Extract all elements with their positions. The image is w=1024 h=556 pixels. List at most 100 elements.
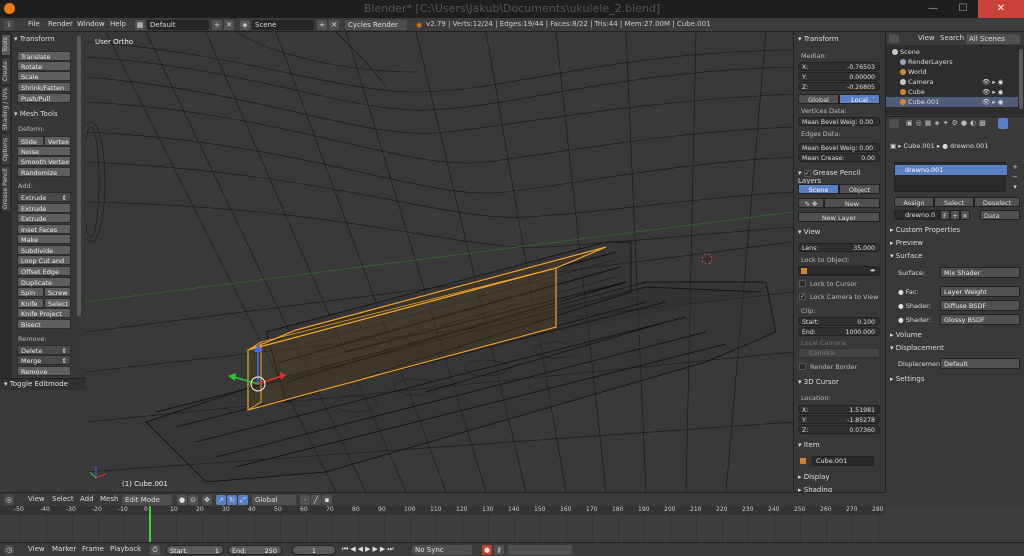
duplicate-button[interactable]: Duplicate <box>17 277 71 287</box>
playback-menu[interactable]: Playback <box>110 545 141 553</box>
remove-scene-button[interactable]: ✕ <box>329 20 339 30</box>
link-data-select[interactable]: Data <box>980 210 1020 220</box>
orientation-select[interactable]: Global <box>252 495 296 505</box>
settings-header[interactable]: ▸ Settings <box>890 375 924 383</box>
deselect-button[interactable]: Deselect <box>974 197 1020 207</box>
current-frame-field[interactable]: 1 <box>292 545 336 555</box>
transform-panel-header[interactable]: ▾ Transform <box>14 35 55 43</box>
spin-button[interactable]: Spin <box>17 287 44 297</box>
lock-to-cursor-checkbox[interactable] <box>799 280 806 287</box>
fake-user-button[interactable]: F <box>940 210 950 220</box>
loop-cut-slide-button[interactable]: Loop Cut and Slide <box>17 255 71 275</box>
outliner-filter-select[interactable]: All Scenes <box>966 34 1020 44</box>
scene-icon[interactable]: ◈ <box>240 20 250 30</box>
grease-pencil-checkbox[interactable]: ✓ <box>803 170 811 177</box>
grease-pencil-section-header[interactable]: ▾ ✓ Grease Pencil Layers <box>798 169 885 185</box>
transform-section-header[interactable]: ▾ Transform <box>798 35 839 43</box>
info-editor-icon[interactable]: i <box>4 20 14 30</box>
grease-object-tab[interactable]: Object <box>839 184 880 194</box>
volume-header[interactable]: ▸ Volume <box>890 331 922 339</box>
layout-icon[interactable]: ▦ <box>135 20 145 30</box>
make-edge-face-button[interactable]: Make Edge/Face <box>17 234 71 254</box>
manipulator-toggle-icon[interactable]: ✥ <box>202 495 212 505</box>
3d-view-editor-icon[interactable]: ◎ <box>4 495 14 505</box>
surface-header[interactable]: ▾ Surface <box>890 252 922 260</box>
slide-edge-button[interactable]: Slide Ed <box>17 136 44 156</box>
surface-shader-select[interactable]: Mix Shader <box>940 267 1020 278</box>
median-x-field[interactable]: X: -0.76503 <box>798 62 880 71</box>
render-engine-select[interactable]: Cycles Render <box>345 20 407 30</box>
material-tab-icon[interactable] <box>998 118 1008 129</box>
keying-set-field[interactable] <box>508 545 572 555</box>
cube-visibility-icons[interactable]: 👁 ▸ ◉ <box>982 87 1003 97</box>
outliner-row-world[interactable]: World <box>886 67 1018 77</box>
extrude-dropdown[interactable]: Extrude ⇕ <box>17 192 71 202</box>
clip-end-field[interactable]: End: 1000.000 <box>798 327 880 336</box>
knife-project-button[interactable]: Knife Project <box>17 308 71 318</box>
edge-select-icon[interactable]: ╱ <box>311 495 321 505</box>
start-frame-field[interactable]: Start: 1 <box>166 545 224 555</box>
timeline-editor-icon[interactable]: ◷ <box>4 545 14 555</box>
new-material-button[interactable]: + <box>950 210 960 220</box>
display-section-header[interactable]: ▸ Display <box>798 473 830 481</box>
properties-editor-icon[interactable] <box>889 119 899 128</box>
menu-file[interactable]: File <box>28 20 40 28</box>
translate-manipulator-icon[interactable]: ↗ <box>216 495 226 505</box>
delete-dropdown[interactable]: Delete ⇕ <box>17 345 71 355</box>
menu-help[interactable]: Help <box>110 20 126 28</box>
lock-object-field[interactable]: ✒ <box>798 266 880 276</box>
tab-create[interactable]: Create <box>1 57 11 85</box>
mesh-menu[interactable]: Mesh <box>100 495 118 503</box>
smooth-vertex-button[interactable]: Smooth Vertex <box>17 156 71 166</box>
median-y-field[interactable]: Y: 0.00000 <box>798 72 880 81</box>
grease-pencil-icon[interactable]: ✎ ✥ <box>798 198 824 208</box>
shrink-fatten-button[interactable]: Shrink/Fatten <box>17 82 71 92</box>
mode-select[interactable]: Edit Mode <box>122 495 172 505</box>
local-camera-field[interactable]: Camera <box>798 348 880 358</box>
mean-bevel-weight-vertex-field[interactable]: Mean Bevel Weig: 0.00 <box>798 117 880 126</box>
render-border-checkbox[interactable] <box>799 363 806 370</box>
eyedropper-icon[interactable]: ✒ <box>870 267 876 275</box>
randomize-button[interactable]: Randomize <box>17 167 71 177</box>
add-layout-button[interactable]: + <box>212 20 222 30</box>
bisect-button[interactable]: Bisect <box>17 319 71 329</box>
fac-input-select[interactable]: Layer Weight <box>940 286 1020 297</box>
pivot-icon[interactable]: ⊙ <box>188 495 198 505</box>
minimize-button[interactable]: — <box>918 0 948 18</box>
mean-bevel-weight-edge-field[interactable]: Mean Bevel Weig: 0.00 <box>798 143 880 152</box>
vertex-select-icon[interactable]: · <box>300 495 310 505</box>
3d-viewport[interactable]: User Ortho (1) Cube.001 <box>86 32 793 492</box>
global-toggle[interactable]: Global <box>798 94 839 104</box>
end-frame-field[interactable]: End: 250 <box>228 545 282 555</box>
mean-crease-field[interactable]: Mean Crease: 0.00 <box>798 153 880 162</box>
extrude-region-button[interactable]: Extrude Region <box>17 203 71 223</box>
inset-faces-button[interactable]: Inset Faces <box>17 224 71 234</box>
timeline[interactable]: -50 -40 -30 -20 -10 0 10 20 30 40 50 60 70 80 90 100 110… <box>0 506 885 542</box>
select-button[interactable]: Select <box>934 197 974 207</box>
viewport-canvas[interactable] <box>86 32 793 492</box>
tab-grease-pencil[interactable]: Grease Pencil <box>1 166 11 212</box>
tab-shading-uvs[interactable]: Shading / UVs <box>1 86 11 132</box>
scale-manipulator-icon[interactable]: ⤢ <box>238 495 248 505</box>
toolshelf-scrollbar[interactable] <box>77 36 81 316</box>
3d-cursor-section-header[interactable]: ▾ 3D Cursor <box>798 378 839 386</box>
outliner-search-menu[interactable]: Search <box>940 34 964 42</box>
grease-scene-tab[interactable]: Scene <box>798 184 839 194</box>
noise-button[interactable]: Noise <box>17 146 71 156</box>
vertex-slide-button[interactable]: Vertex <box>44 136 71 146</box>
cursor-y-field[interactable]: Y: -1.85278 <box>798 415 880 424</box>
grease-new-button[interactable]: New <box>824 198 880 208</box>
assign-button[interactable]: Assign <box>894 197 934 207</box>
knife-select-button[interactable]: Select <box>44 298 71 308</box>
playback-controls-icons[interactable]: ⏮◀◀▶▶▶⏭ <box>342 545 396 554</box>
item-section-header[interactable]: ▾ Item <box>798 441 820 449</box>
frame-menu[interactable]: Frame <box>82 545 104 553</box>
add-menu[interactable]: Add <box>80 495 94 503</box>
push-pull-button[interactable]: Push/Pull <box>17 93 71 103</box>
clip-start-field[interactable]: Start: 0.100 <box>798 317 880 326</box>
rotate-button[interactable]: Rotate <box>17 61 71 71</box>
3d-cursor[interactable] <box>700 252 714 266</box>
scale-button[interactable]: Scale <box>17 71 71 81</box>
viewport-shading-icon[interactable]: ● <box>177 495 187 505</box>
timeline-view-menu[interactable]: View <box>28 545 45 553</box>
